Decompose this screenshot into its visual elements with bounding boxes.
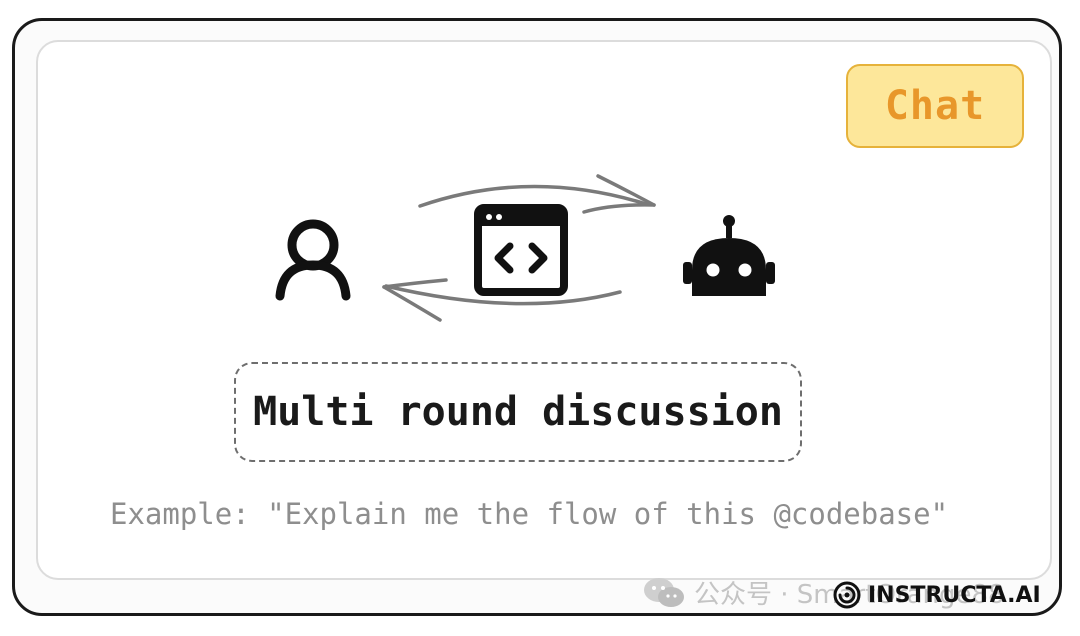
robot-icon (683, 215, 775, 296)
flow-diagram (275, 174, 775, 322)
code-window-icon (474, 204, 568, 296)
arrow-left (382, 278, 622, 322)
example-text: Example: "Explain me the flow of this @c… (110, 497, 949, 531)
caption-text: Multi round discussion (253, 389, 783, 435)
brand: INSTRUCTA.AI (832, 580, 1041, 610)
instructa-logo-icon (833, 581, 861, 609)
user-icon (275, 219, 351, 301)
wechat-icon (644, 577, 684, 607)
brand-name: INSTRUCTA.AI (868, 582, 1041, 608)
caption-box: Multi round discussion (234, 362, 802, 462)
